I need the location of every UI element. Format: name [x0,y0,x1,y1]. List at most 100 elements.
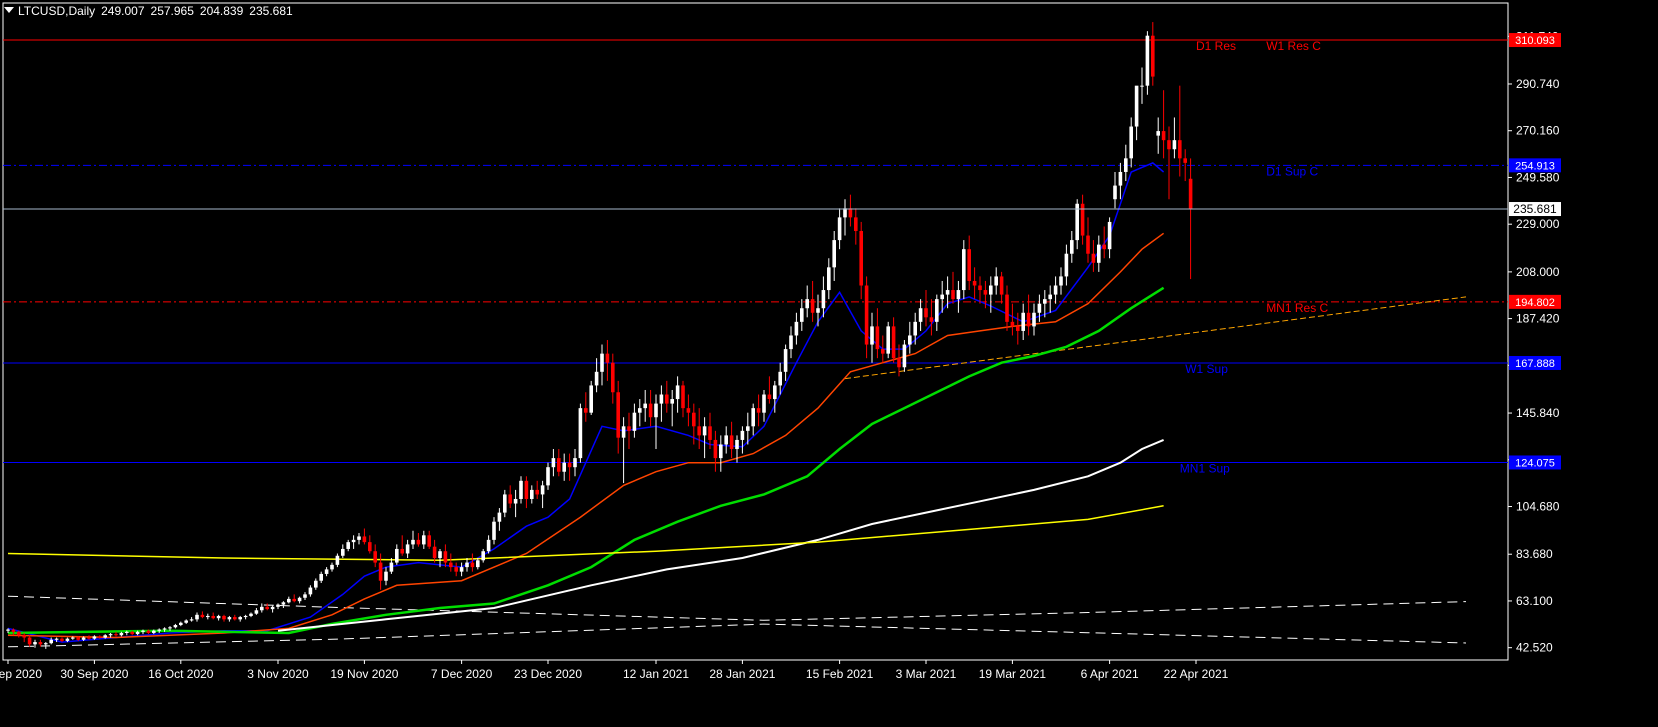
ma-line-2 [7,286,1165,635]
chart-svg: D1 Res W1 Res C D1 Sup C MN1 Res C W1 Sup MN1… [0,2,1561,681]
candle-body [1026,312,1031,327]
candle-body [902,344,907,368]
candle-body [864,285,869,345]
x-tick-label: 3 Mar 2021 [896,667,957,681]
candle-body [600,353,604,372]
candle-body [1005,294,1009,322]
candle-body [848,208,853,218]
x-tick-label: 23 Dec 2020 [514,667,582,681]
candle-body [71,637,75,639]
candle-body [935,299,939,322]
x-tick-label: 6 Apr 2021 [1081,667,1139,681]
candle-body [524,480,529,499]
candle-body [211,615,215,619]
candle-body [1129,126,1133,159]
candle-body [76,637,80,640]
candle-body [746,426,750,431]
candle-body [438,551,442,559]
candle-body [891,326,896,359]
candle-body [243,615,248,618]
y-tick-label: 208.000 [1516,265,1560,279]
candle-body [405,544,410,554]
candle-body [22,635,26,638]
candle-body [843,208,847,218]
dropdown-triangle-icon[interactable] [4,7,14,13]
candle-body [184,620,188,623]
header-close: 235.681 [249,4,293,18]
y-tick-label: 42.520 [1516,641,1553,655]
candle-body [465,562,469,568]
candle-body [422,535,426,545]
candle-body [449,562,453,568]
candle-body [584,408,588,413]
candle-body [929,317,934,322]
candle-body [416,539,421,545]
candle-body [837,217,842,241]
x-tick-label: 22 Apr 2021 [1164,667,1229,681]
plot-frame [2,2,1509,661]
candle-body [308,587,313,595]
candle-body [1145,35,1150,86]
candle-body [740,430,745,440]
candle-body [227,617,232,620]
candle-body [805,299,809,309]
candle-body [1086,235,1090,254]
candle-body [762,394,766,413]
candle-body [951,290,955,300]
candle-body [27,637,32,645]
candle-body [411,539,415,545]
candle-body [1102,244,1106,250]
candle-body [724,435,728,445]
candle-body [513,498,518,504]
candle-body [395,548,399,563]
candle-body [98,636,102,638]
candle-body [1016,326,1020,331]
candle-body [1172,140,1177,150]
y-tick-label: 229.000 [1516,217,1560,231]
candle-body [6,629,10,631]
candle-body [508,494,512,504]
candle-body [686,408,691,413]
candle-body [1021,312,1025,331]
candle-body [1107,221,1112,250]
candle-body [605,353,610,363]
candle-body [346,542,350,549]
candle-body [125,631,129,633]
candle-body [427,535,431,547]
candle-body [821,290,826,309]
candle-body [767,394,772,400]
level-text-4: W1 Sup [1185,362,1228,376]
level-text-0: D1 Res [1196,39,1236,53]
candle-body [989,285,993,295]
candle-body [681,385,685,409]
chart-symbol: LTCUSD,Daily [18,4,96,18]
candle-body [832,240,836,268]
candle-body [281,602,286,605]
candle-body [1151,35,1155,77]
candle-body [1053,285,1058,295]
candle-body [87,637,91,639]
candle-body [519,480,523,499]
candle-body [103,635,107,638]
candle-body [719,444,723,459]
candle-body [108,634,113,636]
candle-body [189,619,194,621]
candle-body [330,564,334,570]
candle-body [994,276,998,286]
level-price-label-0: 310.093 [1515,35,1555,47]
candle-body [535,489,539,495]
candle-body [778,371,782,386]
candle-body [1113,185,1117,200]
y-tick-label: 187.420 [1516,312,1560,326]
candle-body [378,562,383,581]
candle-body [886,326,890,354]
chart-header: LTCUSD,Daily 249.007 257.965 204.839 235.681 [4,4,293,18]
candle-body [675,385,680,400]
candle-body [1037,303,1042,313]
candle-body [789,335,793,350]
candle-body [141,630,145,632]
candle-body [114,634,118,636]
candle-body [562,462,566,472]
candle-body [567,462,572,468]
candle-body [443,551,448,563]
